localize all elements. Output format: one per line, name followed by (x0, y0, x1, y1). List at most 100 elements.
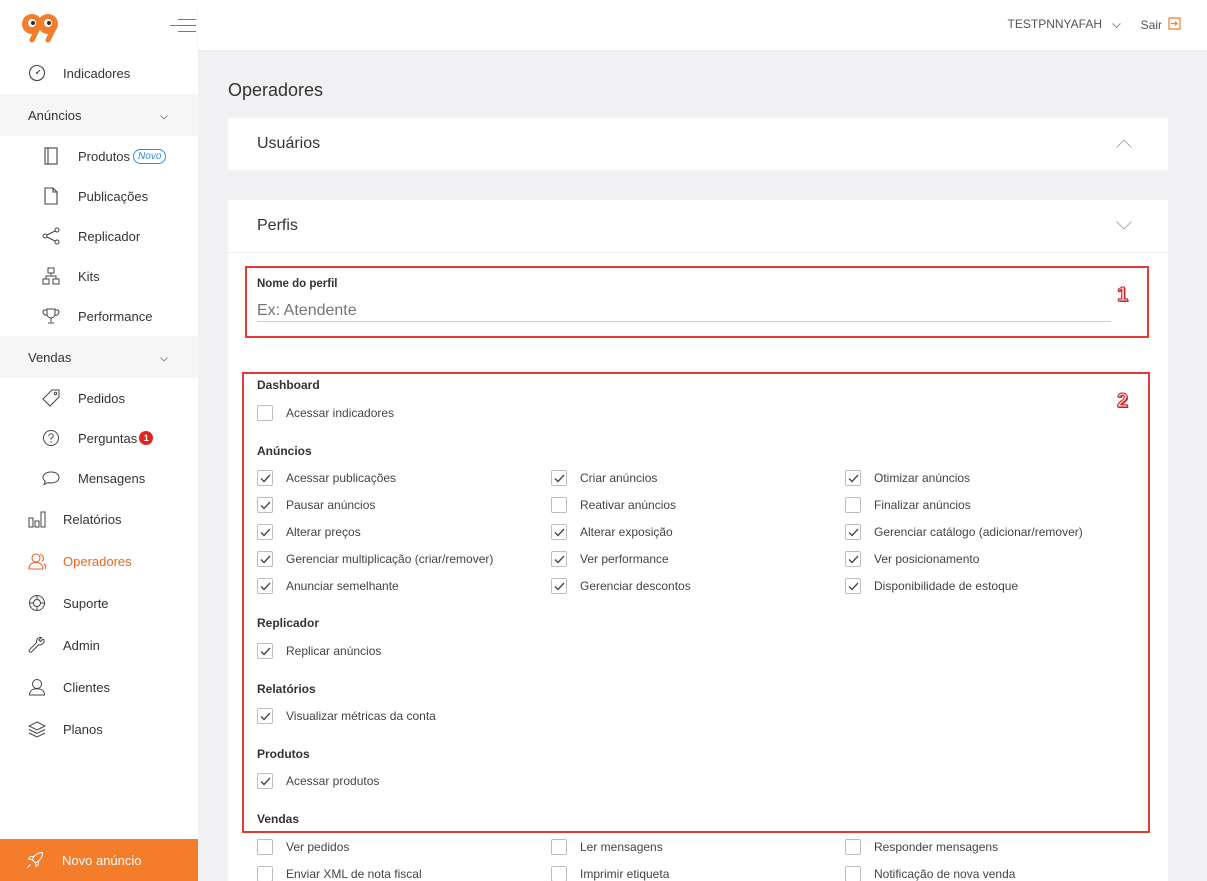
permission-label: Acessar publicações (286, 471, 397, 485)
logout-button[interactable]: Sair (1141, 17, 1181, 33)
permission-item[interactable]: Criar anúncios (551, 470, 657, 486)
permission-item[interactable]: Ver posicionamento (845, 551, 979, 567)
permission-item[interactable]: Acessar indicadores (257, 405, 394, 421)
permission-item[interactable]: Acessar produtos (257, 773, 379, 789)
chevron-down-icon (1112, 17, 1121, 31)
checkbox-checked[interactable] (257, 470, 273, 486)
sidebar-item-label: Kits (78, 268, 100, 284)
checkbox-unchecked[interactable] (845, 839, 861, 855)
chevron-up-icon (1116, 135, 1132, 153)
user-menu[interactable]: TESTPNNYAFAH (1008, 17, 1121, 31)
checkbox-checked[interactable] (551, 524, 567, 540)
sidebar-nav: Indicadores Anúncios Produtos Novo Publi… (0, 52, 198, 750)
checkbox-checked[interactable] (257, 497, 273, 513)
sidebar-group-vendas[interactable]: Vendas (0, 336, 198, 378)
checkbox-checked[interactable] (845, 524, 861, 540)
permission-item[interactable]: Anunciar semelhante (257, 578, 399, 594)
checkbox-checked[interactable] (845, 470, 861, 486)
checkbox-unchecked[interactable] (845, 497, 861, 513)
permission-item[interactable]: Pausar anúncios (257, 497, 375, 513)
permission-item[interactable]: Disponibilidade de estoque (845, 578, 1018, 594)
sidebar-item-operadores[interactable]: Operadores (0, 540, 198, 582)
new-ad-button[interactable]: Novo anúncio (0, 839, 198, 881)
profile-name-label: Nome do perfil (257, 278, 338, 290)
checkbox-checked[interactable] (257, 524, 273, 540)
page-title: Operadores (228, 80, 324, 100)
checkbox-unchecked[interactable] (551, 866, 567, 881)
permission-item[interactable]: Finalizar anúncios (845, 497, 971, 513)
share-icon (42, 227, 60, 245)
checkbox-checked[interactable] (551, 551, 567, 567)
sidebar-item-relatorios[interactable]: Relatórios (0, 498, 198, 540)
sidebar-item-clientes[interactable]: Clientes (0, 666, 198, 708)
logo[interactable] (20, 10, 60, 44)
checkbox-checked[interactable] (551, 470, 567, 486)
permission-label: Imprimir etiqueta (580, 867, 670, 881)
panel-title: Usuários (257, 135, 321, 152)
sidebar-group-anuncios[interactable]: Anúncios (0, 94, 198, 136)
sidebar-item-replicador[interactable]: Replicador (0, 216, 198, 256)
permission-item[interactable]: Visualizar métricas da conta (257, 708, 436, 724)
checkbox-unchecked[interactable] (257, 839, 273, 855)
permission-item[interactable]: Notificação de nova venda (845, 866, 1015, 881)
sidebar-item-produtos[interactable]: Produtos Novo (0, 136, 198, 176)
checkbox-unchecked[interactable] (257, 866, 273, 881)
sidebar-item-admin[interactable]: Admin (0, 624, 198, 666)
permission-item[interactable]: Gerenciar descontos (551, 578, 691, 594)
sidebar-item-label: Mensagens (78, 470, 146, 486)
checkbox-checked[interactable] (257, 578, 273, 594)
permission-item[interactable]: Alterar exposição (551, 524, 673, 540)
sidebar-item-label: Performance (78, 308, 153, 324)
permission-item[interactable]: Responder mensagens (845, 839, 998, 855)
sidebar-item-suporte[interactable]: Suporte (0, 582, 198, 624)
permission-label: Disponibilidade de estoque (874, 579, 1019, 593)
sidebar-item-label: Operadores (63, 553, 132, 569)
permission-item[interactable]: Acessar publicações (257, 470, 396, 486)
checkbox-unchecked[interactable] (257, 405, 273, 421)
perfis-panel: Perfis Nome do perfil 1 2 Dashboard Acess… (228, 200, 1168, 881)
sidebar-item-mensagens[interactable]: Mensagens (0, 458, 198, 498)
checkbox-checked[interactable] (845, 551, 861, 567)
permission-item[interactable]: Alterar preços (257, 524, 361, 540)
usuarios-panel-header[interactable]: Usuários (228, 118, 1168, 170)
checkbox-checked[interactable] (845, 578, 861, 594)
checkbox-checked[interactable] (257, 708, 273, 724)
checkbox-checked[interactable] (257, 773, 273, 789)
hamburger-menu-icon[interactable] (170, 17, 196, 35)
permission-item[interactable]: Gerenciar multiplicação (criar/remover) (257, 551, 493, 567)
permission-item[interactable]: Otimizar anúncios (845, 470, 970, 486)
permission-label: Notificação de nova venda (874, 867, 1016, 881)
permission-label: Reativar anúncios (580, 498, 677, 512)
permission-item[interactable]: Ler mensagens (551, 839, 663, 855)
sidebar-item-label: Publicações (78, 188, 149, 204)
permission-item[interactable]: Reativar anúncios (551, 497, 676, 513)
permission-item[interactable]: Replicar anúncios (257, 643, 381, 659)
perfis-panel-header[interactable]: Perfis (228, 200, 1168, 252)
permission-item[interactable]: Enviar XML de nota fiscal (257, 866, 422, 881)
permission-label: Criar anúncios (580, 471, 658, 485)
sidebar-item-performance[interactable]: Performance (0, 296, 198, 336)
permission-item[interactable]: Gerenciar catálogo (adicionar/remover) (845, 524, 1083, 540)
profile-name-input[interactable] (257, 300, 1111, 322)
permission-item[interactable]: Ver pedidos (257, 839, 349, 855)
sidebar-item-perguntas[interactable]: Perguntas 1 (0, 418, 198, 458)
permission-item[interactable]: Imprimir etiqueta (551, 866, 669, 881)
checkbox-unchecked[interactable] (551, 497, 567, 513)
permission-label: Responder mensagens (874, 840, 999, 854)
permission-label: Ver pedidos (286, 840, 350, 854)
trophy-icon (42, 307, 60, 325)
sidebar-item-publicacoes[interactable]: Publicações (0, 176, 198, 216)
sidebar-item-kits[interactable]: Kits (0, 256, 198, 296)
permission-label: Finalizar anúncios (874, 498, 971, 512)
checkbox-unchecked[interactable] (845, 866, 861, 881)
notification-count-badge: 1 (139, 431, 154, 445)
checkbox-unchecked[interactable] (551, 839, 567, 855)
sidebar-item-pedidos[interactable]: Pedidos (0, 378, 198, 418)
checkbox-checked[interactable] (257, 643, 273, 659)
checkbox-checked[interactable] (551, 578, 567, 594)
permission-item[interactable]: Ver performance (551, 551, 669, 567)
sidebar-item-label: Pedidos (78, 390, 125, 406)
sidebar-item-indicadores[interactable]: Indicadores (0, 52, 198, 94)
sidebar-item-planos[interactable]: Planos (0, 708, 198, 750)
checkbox-checked[interactable] (257, 551, 273, 567)
